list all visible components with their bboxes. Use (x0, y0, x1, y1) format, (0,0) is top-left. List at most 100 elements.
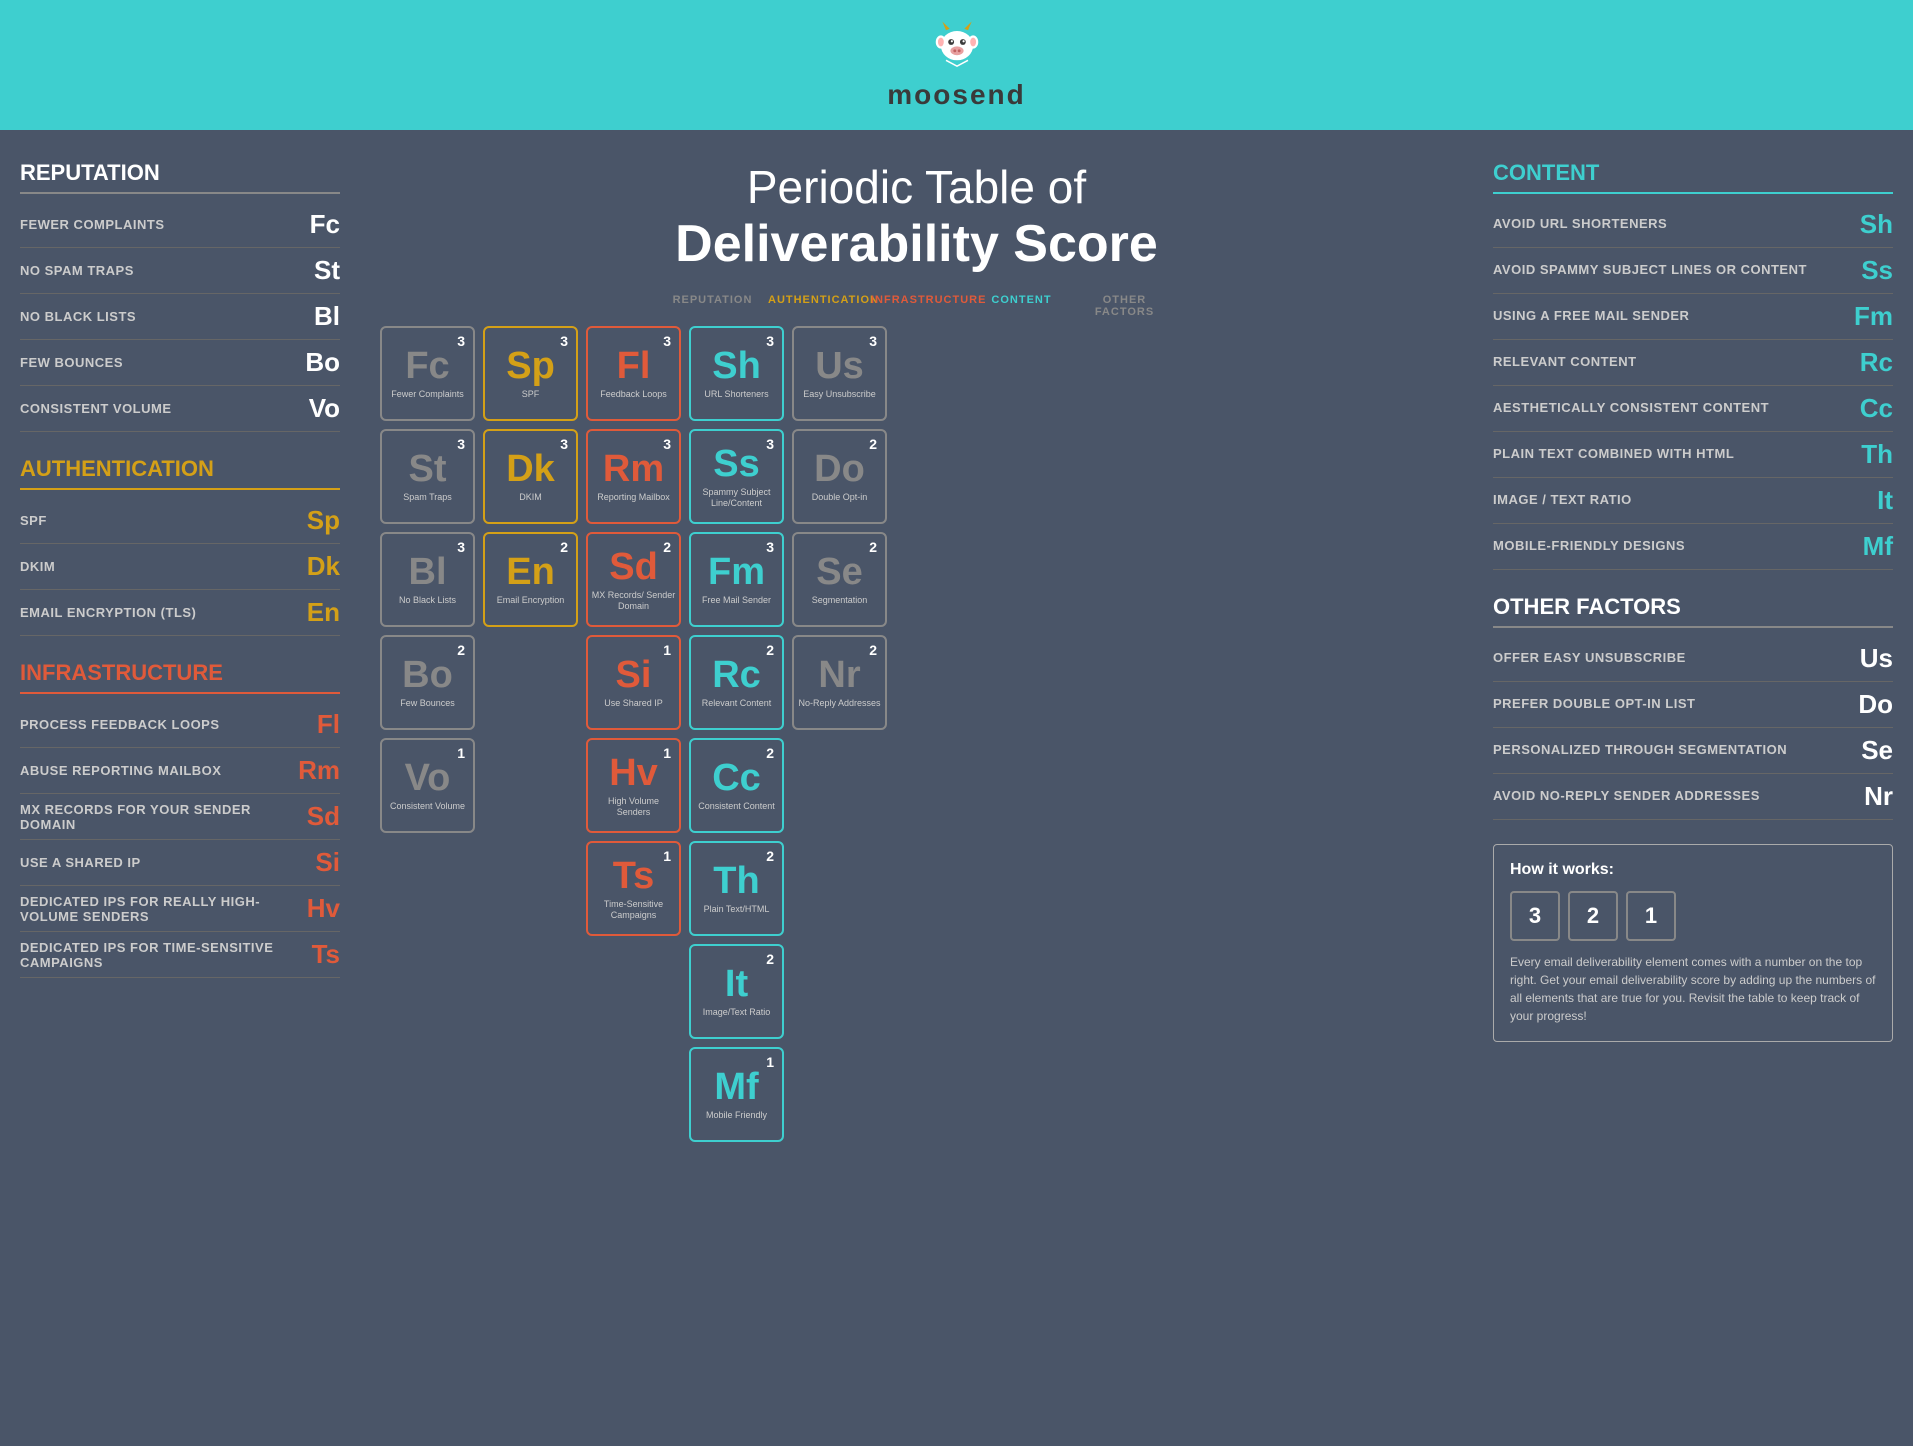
list-item-symbol: Fc (290, 209, 340, 240)
list-item-label: SPF (20, 513, 290, 528)
list-item: DKIMDk (20, 544, 340, 590)
right-list-item: MOBILE-FRIENDLY DESIGNSMf (1493, 524, 1893, 570)
cell-number: 2 (766, 951, 774, 967)
cell-name: URL Shorteners (701, 389, 771, 400)
cell-number: 1 (663, 642, 671, 658)
cell-symbol: Mf (714, 1068, 758, 1106)
pt-row: 1TsTime-Sensitive Campaigns2ThPlain Text… (380, 841, 1453, 936)
pt-cell-vo: 1VoConsistent Volume (380, 738, 475, 833)
cell-name: Plain Text/HTML (701, 904, 773, 915)
cell-symbol: Ts (613, 857, 655, 895)
main-title: Periodic Table of Deliverability Score (675, 160, 1158, 274)
right-list-item: AVOID NO-REPLY SENDER ADDRESSESNr (1493, 774, 1893, 820)
cell-number: 2 (560, 539, 568, 555)
pt-cell-rc: 2RcRelevant Content (689, 635, 784, 730)
cell-number: 2 (766, 848, 774, 864)
pt-cell-hv: 1HvHigh Volume Senders (586, 738, 681, 833)
pt-cell-cc: 2CcConsistent Content (689, 738, 784, 833)
cell-name: No-Reply Addresses (795, 698, 883, 709)
right-list-label: PERSONALIZED THROUGH SEGMENTATION (1493, 742, 1843, 759)
cell-number: 1 (663, 745, 671, 761)
cell-name: Consistent Content (695, 801, 778, 812)
right-list-label: OFFER EASY UNSUBSCRIBE (1493, 650, 1843, 667)
right-sidebar: CONTENT AVOID URL SHORTENERSShAVOID SPAM… (1473, 160, 1893, 1142)
col-header-authentication: AUTHENTICATION (768, 294, 863, 318)
list-item-symbol: Si (290, 847, 340, 878)
moosend-logo-icon (927, 20, 987, 75)
pt-cell-do: 2DoDouble Opt-in (792, 429, 887, 524)
title-bottom: Deliverability Score (675, 214, 1158, 274)
periodic-table: 3FcFewer Complaints3SpSPF3FlFeedback Loo… (380, 326, 1453, 1142)
pt-cell-nr: 2NrNo-Reply Addresses (792, 635, 887, 730)
pt-cell-empty (586, 944, 681, 1039)
other-factors-section: OTHER FACTORS OFFER EASY UNSUBSCRIBEUsPR… (1493, 594, 1893, 820)
reputation-section: REPUTATION FEWER COMPLAINTSFcNO SPAM TRA… (20, 160, 340, 432)
right-list-item: USING A FREE MAIL SENDERFm (1493, 294, 1893, 340)
cell-number: 3 (766, 436, 774, 452)
pt-cell-fl: 3FlFeedback Loops (586, 326, 681, 421)
cell-symbol: St (409, 450, 447, 488)
list-item: NO SPAM TRAPSSt (20, 248, 340, 294)
col-header-other: OTHER FACTORS (1077, 294, 1172, 318)
pt-cell-empty (380, 1047, 475, 1142)
cell-name: Easy Unsubscribe (800, 389, 879, 400)
cell-symbol: Fl (617, 347, 651, 385)
cell-number: 3 (560, 436, 568, 452)
right-list-item: AVOID URL SHORTENERSSh (1493, 202, 1893, 248)
list-item-symbol: Hv (290, 893, 340, 924)
pt-row: 3BlNo Black Lists2EnEmail Encryption2SdM… (380, 532, 1453, 627)
list-item: DEDICATED IPS FOR TIME-SENSITIVE CAMPAIG… (20, 932, 340, 978)
cell-symbol: Bl (409, 553, 447, 591)
pt-cell-si: 1SiUse Shared IP (586, 635, 681, 730)
center-section: Periodic Table of Deliverability Score R… (360, 160, 1473, 1142)
cell-name: Image/Text Ratio (700, 1007, 774, 1018)
right-list-label: AVOID NO-REPLY SENDER ADDRESSES (1493, 788, 1843, 805)
pt-cell-us: 3UsEasy Unsubscribe (792, 326, 887, 421)
right-list-label: PREFER DOUBLE OPT-IN LIST (1493, 696, 1843, 713)
right-list-item: AVOID SPAMMY SUBJECT LINES OR CONTENTSs (1493, 248, 1893, 294)
cell-symbol: Fm (708, 553, 765, 591)
col-header-infrastructure: INFRASTRUCTURE (871, 294, 966, 318)
cell-symbol: Dk (506, 450, 555, 488)
cell-name: DKIM (516, 492, 545, 503)
list-item-label: DKIM (20, 559, 290, 574)
content-list: AVOID URL SHORTENERSShAVOID SPAMMY SUBJE… (1493, 202, 1893, 570)
cell-number: 2 (457, 642, 465, 658)
cell-symbol: En (506, 553, 555, 591)
cell-number: 1 (457, 745, 465, 761)
list-item: FEW BOUNCESBo (20, 340, 340, 386)
right-list-symbol: Ss (1843, 255, 1893, 286)
pt-cell-st: 3StSpam Traps (380, 429, 475, 524)
list-item-symbol: Ts (290, 939, 340, 970)
cell-symbol: Hv (609, 754, 658, 792)
cell-number: 3 (766, 539, 774, 555)
pt-cell-empty (792, 944, 887, 1039)
cell-name: MX Records/ Sender Domain (588, 590, 679, 612)
list-item-symbol: Dk (290, 551, 340, 582)
right-list-symbol: Fm (1843, 301, 1893, 332)
right-list-item: PREFER DOUBLE OPT-IN LISTDo (1493, 682, 1893, 728)
list-item-label: DEDICATED IPS FOR TIME-SENSITIVE CAMPAIG… (20, 940, 290, 970)
list-item-label: FEWER COMPLAINTS (20, 217, 290, 232)
list-item-label: NO BLACK LISTS (20, 309, 290, 324)
score-box: 2 (1568, 891, 1618, 941)
cell-number: 2 (766, 642, 774, 658)
cell-symbol: Sp (506, 347, 555, 385)
authentication-title: AUTHENTICATION (20, 456, 340, 490)
cell-name: Segmentation (809, 595, 871, 606)
left-sidebar: REPUTATION FEWER COMPLAINTSFcNO SPAM TRA… (20, 160, 360, 1142)
list-item-label: PROCESS FEEDBACK LOOPS (20, 717, 290, 732)
cell-symbol: Si (616, 656, 652, 694)
list-item: SPFSp (20, 498, 340, 544)
right-list-item: PERSONALIZED THROUGH SEGMENTATIONSe (1493, 728, 1893, 774)
cell-symbol: Do (814, 450, 865, 488)
list-item-symbol: Vo (290, 393, 340, 424)
right-list-symbol: Mf (1843, 531, 1893, 562)
cell-symbol: Sh (712, 347, 761, 385)
pt-cell-fc: 3FcFewer Complaints (380, 326, 475, 421)
pt-cell-empty (586, 1047, 681, 1142)
cell-number: 2 (869, 642, 877, 658)
pt-row: 2ItImage/Text Ratio (380, 944, 1453, 1039)
list-item-label: ABUSE REPORTING MAILBOX (20, 763, 290, 778)
list-item: NO BLACK LISTSBl (20, 294, 340, 340)
